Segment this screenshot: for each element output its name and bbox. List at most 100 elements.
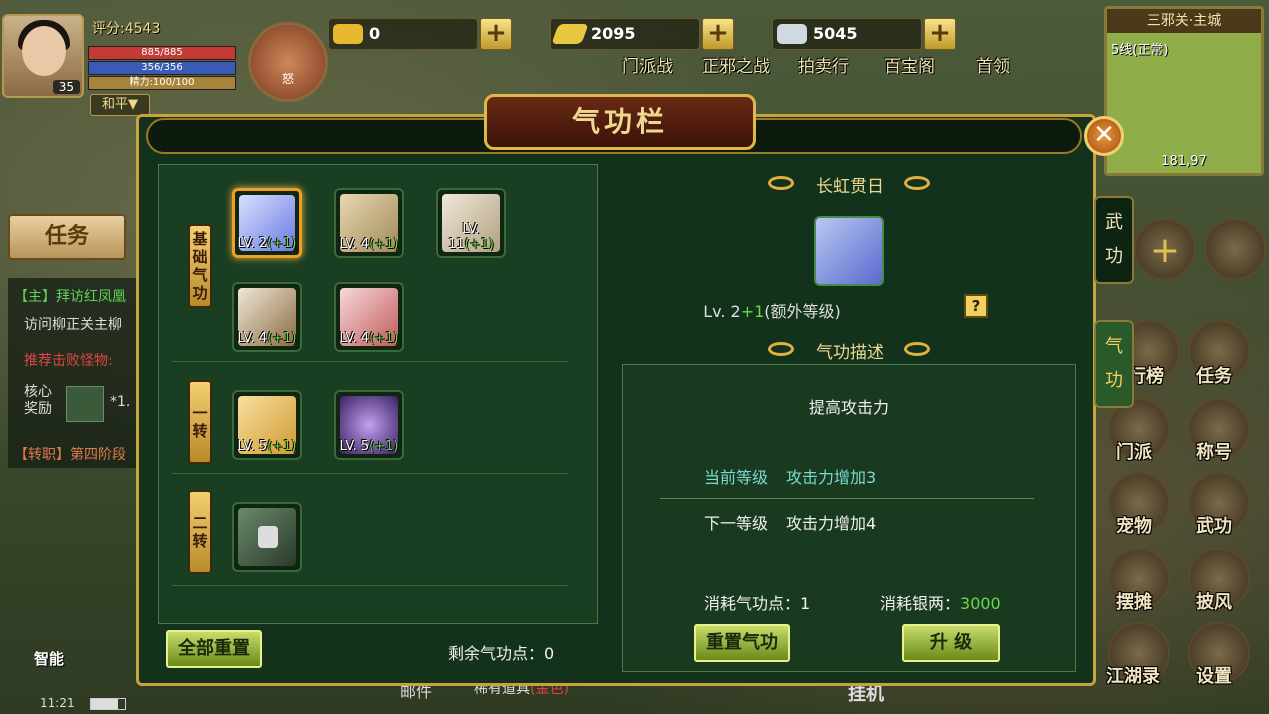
jianghu-label: 江湖录 [1106, 666, 1160, 687]
gold-ingot-display: 0 [328, 18, 478, 50]
skill-level-value: Lv. 2 [703, 302, 741, 321]
silver-value: 5045 [813, 24, 858, 43]
swirl-ornament-icon [904, 176, 930, 190]
skill-level: LV. 5 [339, 439, 370, 454]
skill-slot[interactable]: LV. 5(+1) [232, 390, 302, 460]
add-silver-button[interactable]: + [924, 18, 956, 50]
help-button[interactable]: ? [964, 294, 988, 318]
faction-label: 门派 [1116, 442, 1152, 463]
skill-slot[interactable]: LV. 4(+1) [232, 282, 302, 352]
pk-mode-dropdown[interactable]: 和平▼ [90, 94, 150, 116]
rage-button[interactable]: 怒 [248, 22, 328, 102]
tab-martial-label: 武功 [1105, 212, 1123, 267]
skill-bonus: (+1) [369, 331, 399, 346]
section-tag-second-turn-text: 二转 [192, 514, 208, 550]
settings-label: 设置 [1196, 666, 1232, 687]
tab-martial[interactable]: 武功 [1094, 196, 1134, 284]
skill-bonus: (+1) [464, 237, 494, 252]
player-coords: 181,97 [1161, 154, 1207, 169]
rage-label: 怒 [281, 72, 294, 86]
skill-bonus: (+1) [369, 439, 399, 454]
reset-qigong-button[interactable]: 重置气功 [694, 624, 790, 662]
minimap-title: 三邪关·主城 [1107, 9, 1261, 33]
tab-qigong-label: 气功 [1105, 336, 1123, 391]
skill-bonus: (+1) [267, 439, 297, 454]
silver-ingot-icon [777, 24, 807, 44]
skill-level: LV. 4 [339, 331, 370, 346]
quest-main[interactable]: 【主】拜访红凤凰 [14, 286, 126, 306]
gold-bar-icon [551, 24, 589, 44]
next-level-value: 攻击力增加4 [786, 514, 877, 533]
task-button[interactable]: 任务 [8, 214, 126, 260]
diamond-menu-icon[interactable] [1204, 218, 1266, 280]
gold-ingot-icon [333, 24, 363, 44]
cost-silver-value: 3000 [960, 594, 1001, 613]
skill-level-extra: (额外等级) [764, 302, 841, 321]
skill-bonus: (+1) [267, 331, 297, 346]
add-gold-ingot-button[interactable]: + [480, 18, 512, 50]
reset-all-button[interactable]: 全部重置 [166, 630, 262, 668]
energy-bar: 精力:100/100 [88, 76, 236, 90]
stall-label: 摆摊 [1116, 592, 1152, 613]
skill-level: LV. 5 [237, 439, 268, 454]
skill-level: LV. 4 [339, 237, 370, 252]
clock: 11:21 [40, 696, 75, 710]
menu-faction-war[interactable]: 门派战 [622, 52, 673, 77]
skill-slot[interactable]: LV. 2(+1) [232, 188, 302, 258]
current-level-label: 当前等级 [704, 468, 769, 487]
skill-level-bonus: +1 [740, 302, 765, 321]
quest-sub: 访问柳正关主柳 [24, 317, 122, 333]
gold-bar-display: 2095 [550, 18, 700, 50]
menu-good-evil-war[interactable]: 正邪之战 [702, 52, 770, 77]
panel-title: 气功栏 [484, 94, 756, 150]
hp-bar: 885/885 [88, 46, 236, 60]
skill-level-info: Lv. 2+1(额外等级) [622, 298, 922, 322]
remaining-points: 剩余气功点：0 [448, 644, 555, 663]
quest-job[interactable]: 【转职】第四阶段 [14, 444, 126, 464]
smart-button[interactable]: 智能 [14, 628, 84, 674]
section-tag-first-turn-text: 一转 [192, 404, 208, 440]
exp-reward-icon [66, 386, 104, 422]
menu-auction[interactable]: 拍卖行 [798, 52, 849, 77]
quest-monster: 推荐击败怪物: [24, 353, 113, 369]
reward-count: *1. [110, 394, 131, 410]
skill-level: LV. 2 [237, 236, 268, 251]
upgrade-button[interactable]: 升 级 [902, 624, 1000, 662]
server-line[interactable]: 5线(正常) [1111, 39, 1168, 58]
section-tag-basic-text: 基础气功 [192, 230, 208, 302]
divider [660, 498, 1034, 499]
section-tag-basic: 基础气功 [188, 224, 212, 308]
cost-silver: 消耗银两：3000 [880, 590, 1001, 614]
next-level-label: 下一等级 [704, 514, 769, 533]
skill-slot[interactable]: LV. 11(+1) [436, 188, 506, 258]
minimap[interactable]: 三邪关·主城 5线(正常) 181,97 [1104, 6, 1264, 176]
add-gold-bar-button[interactable]: + [702, 18, 734, 50]
lock-icon [258, 526, 278, 548]
add-icon[interactable]: + [1134, 218, 1196, 280]
player-score: 评分:4543 [92, 21, 161, 37]
skill-slot[interactable]: LV. 5(+1) [334, 390, 404, 460]
battery-icon [90, 698, 126, 710]
skill-slot[interactable]: LV. 4(+1) [334, 188, 404, 258]
skill-bonus: (+1) [369, 237, 399, 252]
close-button[interactable]: ✕ [1084, 116, 1124, 156]
cost-silver-label: 消耗银两： [880, 594, 961, 613]
tab-qigong[interactable]: 气功 [1094, 320, 1134, 408]
avatar-face [22, 26, 66, 76]
menu-boss[interactable]: 首领 [976, 52, 1010, 77]
section-tag-first-turn: 一转 [188, 380, 212, 464]
section-tag-second-turn: 二转 [188, 490, 212, 574]
quest-panel[interactable] [8, 278, 148, 468]
martial-label: 武功 [1196, 516, 1232, 537]
cost-points-value: 1 [800, 594, 811, 613]
mp-bar: 356/356 [88, 61, 236, 75]
skill-level: LV. 4 [237, 331, 268, 346]
pet-label: 宠物 [1116, 516, 1152, 537]
locked-skill-slot[interactable] [232, 502, 302, 572]
skill-bonus: (+1) [267, 236, 297, 251]
current-level-value: 攻击力增加3 [786, 468, 877, 487]
quest-label: 任务 [1196, 366, 1232, 387]
player-avatar[interactable]: 35 [2, 14, 84, 98]
menu-treasure-pavilion[interactable]: 百宝阁 [884, 52, 935, 77]
skill-slot[interactable]: LV. 4(+1) [334, 282, 404, 352]
